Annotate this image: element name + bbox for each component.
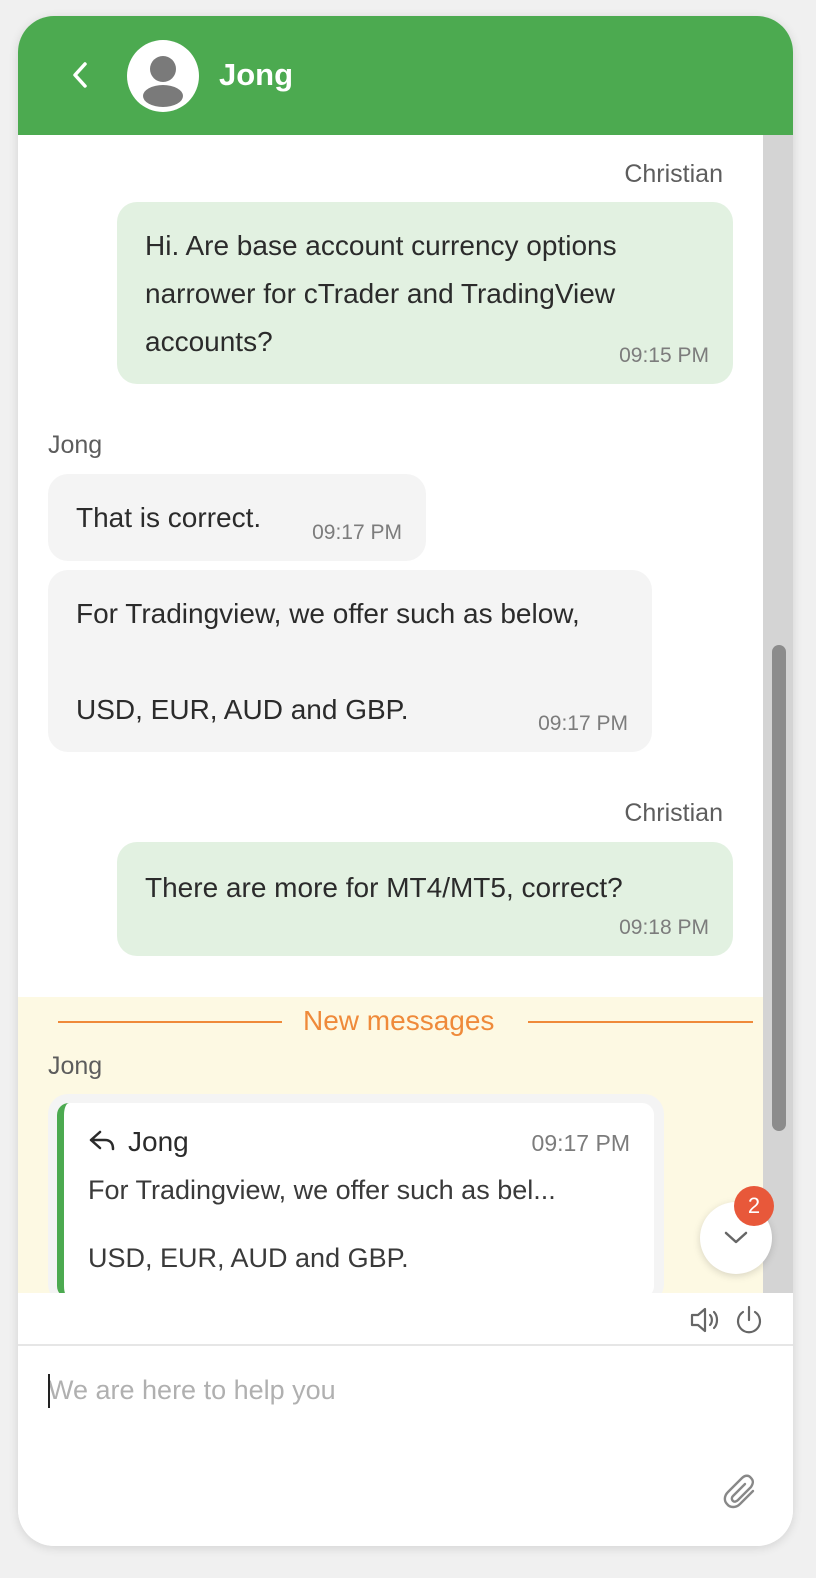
message-time: 09:17 PM xyxy=(538,712,628,735)
power-icon[interactable] xyxy=(732,1303,766,1337)
chat-widget: Jong Christian Hi. Are base account curr… xyxy=(18,16,793,1546)
quoted-text-line: For Tradingview, we offer such as bel... xyxy=(88,1175,556,1205)
reply-arrow-icon xyxy=(89,1130,115,1151)
contact-name: Jong xyxy=(219,57,294,92)
message-sender: Christian xyxy=(624,160,723,188)
message-text: That is correct. xyxy=(76,502,262,533)
message-composer xyxy=(18,1347,793,1546)
message-bubble-outgoing[interactable]: Hi. Are base account currency options na… xyxy=(117,202,733,384)
quoted-time: 09:17 PM xyxy=(531,1130,630,1156)
reply-message-card[interactable]: Jong 09:17 PM For Tradingview, we offer … xyxy=(48,1094,664,1293)
message-sender: Christian xyxy=(624,799,723,827)
new-messages-section: New messages Jong Jong 09:17 PM For Trad… xyxy=(18,997,763,1293)
chevron-left-icon xyxy=(73,62,87,88)
message-time: 09:18 PM xyxy=(619,916,709,939)
message-bubble-incoming[interactable]: That is correct. 09:17 PM xyxy=(48,474,426,561)
message-text: For Tradingview, we offer such as below,… xyxy=(76,598,580,725)
new-messages-label: New messages xyxy=(303,1005,495,1036)
quoted-text-line: USD, EUR, AUD and GBP. xyxy=(88,1243,409,1273)
quoted-message[interactable]: Jong 09:17 PM For Tradingview, we offer … xyxy=(57,1103,654,1293)
unread-count-badge: 2 xyxy=(734,1186,774,1226)
avatar xyxy=(127,40,199,112)
message-bubble-outgoing[interactable]: There are more for MT4/MT5, correct? 09:… xyxy=(117,842,733,956)
message-sender: Jong xyxy=(48,431,103,459)
user-avatar-icon xyxy=(143,56,183,107)
quoted-text: For Tradingview, we offer such as bel...… xyxy=(88,1173,633,1275)
scrollbar-thumb[interactable] xyxy=(772,645,786,1131)
speaker-icon[interactable] xyxy=(688,1303,722,1337)
message-time: 09:15 PM xyxy=(619,344,709,367)
text-caret xyxy=(48,1374,50,1408)
message-list[interactable]: Christian Hi. Are base account currency … xyxy=(18,135,763,1293)
message-input[interactable] xyxy=(48,1373,728,1463)
message-bubble-incoming[interactable]: For Tradingview, we offer such as below,… xyxy=(48,570,652,752)
message-text: There are more for MT4/MT5, correct? xyxy=(145,872,623,903)
chat-header: Jong xyxy=(18,16,793,135)
quoted-sender: Jong xyxy=(128,1126,189,1157)
new-messages-divider-left xyxy=(58,1021,282,1023)
chat-toolbar xyxy=(18,1293,793,1346)
back-button[interactable] xyxy=(58,53,102,97)
message-sender: Jong xyxy=(48,1052,103,1080)
message-text: Hi. Are base account currency options na… xyxy=(145,230,617,357)
scrollbar[interactable] xyxy=(763,135,793,1293)
new-messages-divider-right xyxy=(528,1021,753,1023)
chevron-down-icon xyxy=(724,1231,748,1244)
message-time: 09:17 PM xyxy=(312,521,402,544)
paperclip-icon[interactable] xyxy=(722,1474,760,1512)
